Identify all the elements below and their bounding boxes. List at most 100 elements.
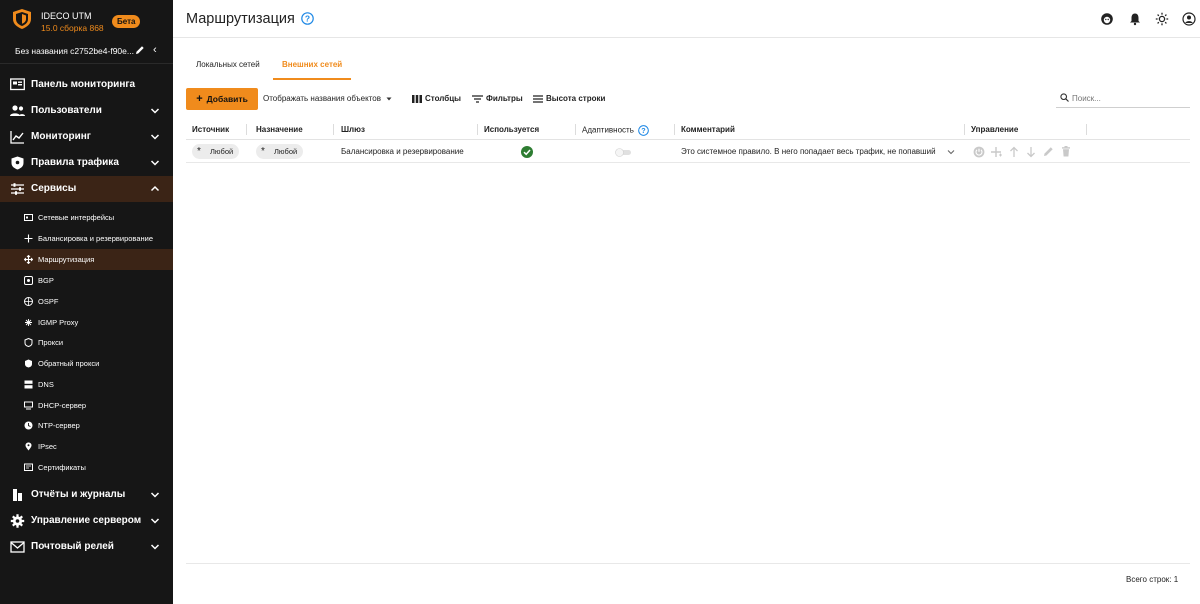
sub-item-igmp-proxy[interactable]: IGMP Proxy: [0, 312, 173, 333]
bell-icon[interactable]: [1128, 12, 1142, 26]
sub-item-dns[interactable]: DNS: [0, 374, 173, 395]
col-source[interactable]: Источник: [192, 125, 229, 134]
clock-icon: [24, 421, 33, 430]
filters-button[interactable]: Фильтры: [472, 94, 523, 103]
table-row[interactable]: * Любой * Любой Балансировка и резервирова…: [186, 141, 1190, 163]
col-separator[interactable]: [477, 124, 478, 135]
brand-version: 15.0 сборка 868: [41, 23, 104, 33]
theme-sun-icon[interactable]: [1155, 12, 1169, 26]
add-button[interactable]: + Добавить: [186, 88, 258, 110]
trash-icon[interactable]: [1061, 146, 1071, 157]
chevron-down-icon: [150, 544, 160, 550]
bgp-icon: [24, 276, 33, 285]
sub-item-balancing[interactable]: Балансировка и резервирование: [0, 228, 173, 249]
sub-item-bgp[interactable]: BGP: [0, 270, 173, 291]
col-separator[interactable]: [1086, 124, 1087, 135]
col-separator[interactable]: [575, 124, 576, 135]
col-used[interactable]: Используется: [484, 125, 539, 134]
balancing-icon: [24, 234, 33, 243]
nav-label: Правила трафика: [31, 157, 119, 168]
col-separator[interactable]: [246, 124, 247, 135]
search-field[interactable]: [1056, 88, 1190, 108]
sub-label: Сертификаты: [38, 463, 86, 472]
help-icon[interactable]: ?: [638, 125, 649, 136]
expand-comment-icon[interactable]: [947, 148, 955, 156]
device-name: Без названия c2752be4-f90e...: [15, 46, 134, 56]
col-actions[interactable]: Управление: [971, 125, 1018, 134]
row-height-button[interactable]: Высота строки: [533, 94, 605, 103]
edit-icon[interactable]: [135, 45, 145, 55]
destination-value: Любой: [274, 147, 298, 156]
shield-logo-icon: [13, 9, 31, 29]
sub-label: Обратный прокси: [38, 359, 100, 368]
col-separator[interactable]: [333, 124, 334, 135]
sub-item-certificates[interactable]: Сертификаты: [0, 457, 173, 478]
plus-icon: +: [196, 93, 203, 105]
show-object-names-toggle[interactable]: Отображать названия объектов: [263, 94, 393, 103]
svg-text:?: ?: [305, 14, 310, 24]
edit-icon[interactable]: [1043, 146, 1054, 157]
reports-icon: [13, 489, 22, 501]
tab-external-networks[interactable]: Внешних сетей: [273, 56, 351, 80]
arrow-up-icon[interactable]: [1009, 146, 1019, 158]
sub-item-proxy[interactable]: Прокси: [0, 332, 173, 353]
sub-item-ntp[interactable]: NTP-сервер: [0, 415, 173, 436]
total-rows: Всего строк: 1: [1126, 575, 1179, 584]
user-account-icon[interactable]: [1182, 12, 1196, 26]
nav-item-users[interactable]: Пользователи: [0, 98, 173, 124]
nav-item-dashboard[interactable]: Панель мониторинга: [0, 72, 173, 98]
nav-item-reports[interactable]: Отчёты и журналы: [0, 482, 173, 508]
gear-icon: [10, 514, 25, 528]
sub-label: Прокси: [38, 338, 64, 347]
tab-local-networks[interactable]: Локальных сетей: [196, 56, 264, 80]
nav-label: Пользователи: [31, 105, 102, 116]
nav-item-services[interactable]: Сервисы: [0, 176, 173, 202]
sub-item-network-interfaces[interactable]: Сетевые интерфейсы: [0, 207, 173, 228]
gateway-value: Балансировка и резервирование: [341, 147, 464, 156]
arrow-down-icon[interactable]: [1026, 146, 1036, 158]
source-chip: * Любой: [192, 144, 240, 159]
power-icon[interactable]: [973, 146, 985, 158]
users-icon: [10, 105, 25, 116]
col-gateway[interactable]: Шлюз: [341, 125, 365, 134]
brand-name: IDECO UTM: [41, 11, 92, 21]
sub-item-ospf[interactable]: OSPF: [0, 291, 173, 312]
source-value: Любой: [210, 147, 234, 156]
add-row-icon[interactable]: [991, 146, 1003, 158]
sub-label: Маршрутизация: [38, 255, 95, 264]
columns-button[interactable]: Столбцы: [412, 94, 461, 103]
col-destination[interactable]: Назначение: [256, 125, 303, 134]
sub-label: DHCP-сервер: [38, 401, 87, 410]
nav-item-monitoring[interactable]: Мониторинг: [0, 124, 173, 150]
nav-item-server-management[interactable]: Управление сервером: [0, 508, 173, 534]
sliders-icon: [11, 183, 24, 195]
sub-item-dhcp[interactable]: DHCP-сервер: [0, 395, 173, 416]
device-selector[interactable]: Без названия c2752be4-f90e... ‹: [0, 38, 173, 64]
nav-label: Панель мониторинга: [31, 79, 136, 90]
support-icon[interactable]: [1100, 12, 1114, 26]
sub-label: Балансировка и резервирование: [38, 234, 153, 243]
adaptive-toggle[interactable]: [615, 148, 632, 157]
col-adaptive[interactable]: Адаптивность ?: [582, 125, 649, 136]
nav-item-traffic-rules[interactable]: Правила трафика: [0, 150, 173, 176]
show-names-label: Отображать названия объектов: [263, 94, 381, 103]
collapse-sidebar-icon[interactable]: ‹: [153, 44, 157, 56]
brand: IDECO UTM 15.0 сборка 868 Бета: [0, 0, 173, 38]
search-input[interactable]: [1072, 91, 1182, 105]
col-comment[interactable]: Комментарий: [681, 125, 735, 134]
sub-item-ipsec[interactable]: IPsec: [0, 436, 173, 457]
certificate-icon: [24, 463, 33, 471]
destination-chip: * Любой: [256, 144, 304, 159]
sub-item-reverse-proxy[interactable]: Обратный прокси: [0, 353, 173, 374]
sub-item-routing[interactable]: Маршрутизация: [0, 249, 173, 270]
nav-label: Управление сервером: [31, 515, 142, 526]
col-separator[interactable]: [674, 124, 675, 135]
sub-label: OSPF: [38, 297, 59, 306]
nav-item-mail-relay[interactable]: Почтовый релей: [0, 534, 173, 560]
shield-icon: [11, 156, 24, 170]
chevron-down-icon: [150, 492, 160, 498]
help-icon[interactable]: ?: [301, 12, 314, 25]
table-footer-divider: [186, 563, 1190, 564]
col-separator[interactable]: [964, 124, 965, 135]
reverse-proxy-icon: [25, 359, 32, 368]
